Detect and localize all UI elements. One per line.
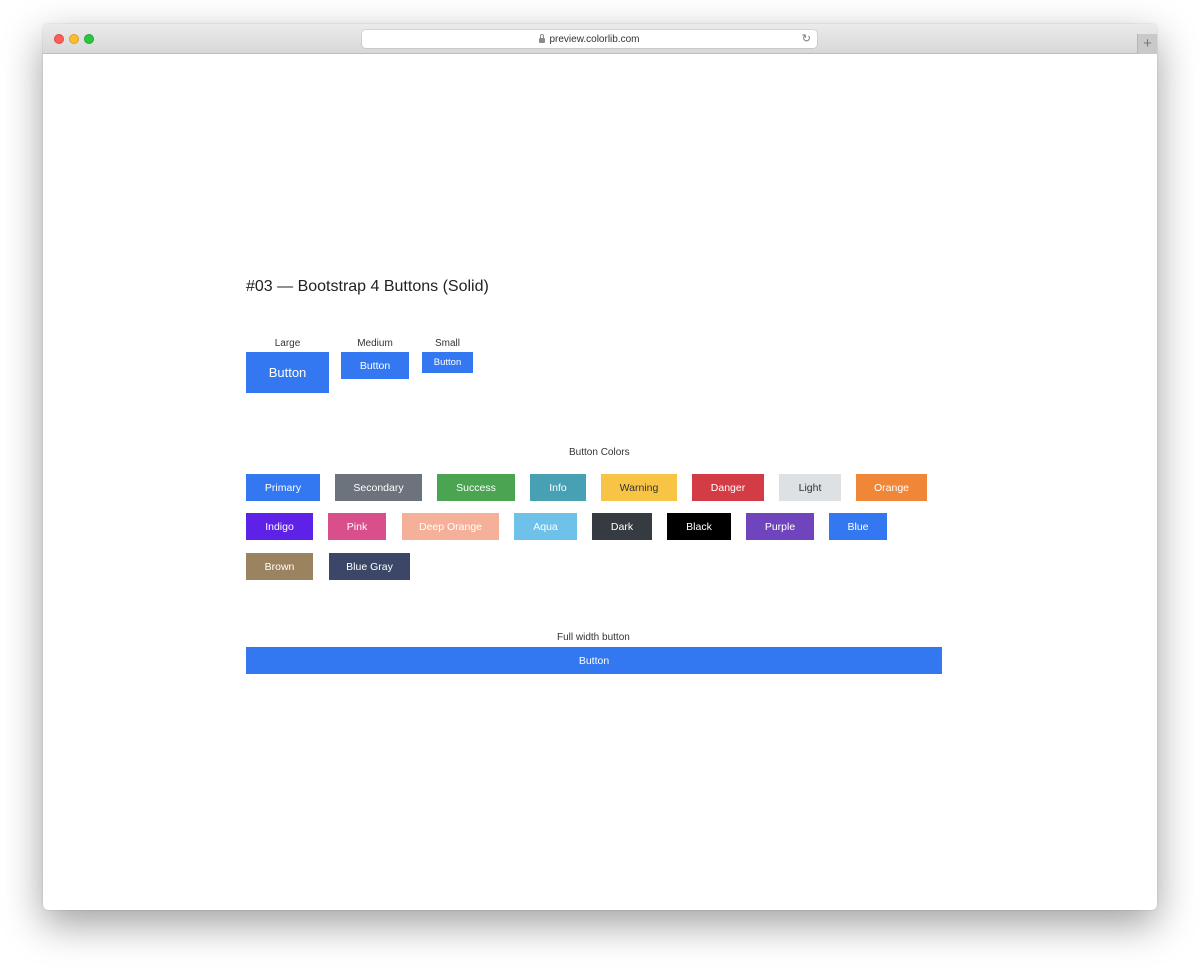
minimize-window-icon[interactable]	[69, 34, 79, 44]
medium-button[interactable]: Button	[341, 352, 409, 379]
large-button[interactable]: Button	[246, 352, 329, 393]
full-width-label: Full width button	[557, 632, 630, 643]
warning-button[interactable]: Warning	[601, 474, 677, 501]
purple-button[interactable]: Purple	[746, 513, 814, 540]
reload-icon[interactable]: ↻	[802, 32, 811, 46]
indigo-button[interactable]: Indigo	[246, 513, 313, 540]
url-text: preview.colorlib.com	[549, 33, 640, 45]
info-button[interactable]: Info	[530, 474, 586, 501]
address-bar[interactable]: preview.colorlib.com ↻	[362, 30, 817, 48]
primary-button[interactable]: Primary	[246, 474, 320, 501]
deep-orange-button[interactable]: Deep Orange	[402, 513, 499, 540]
brown-button[interactable]: Brown	[246, 553, 313, 580]
page-title: #03 — Bootstrap 4 Buttons (Solid)	[246, 278, 489, 295]
close-window-icon[interactable]	[54, 34, 64, 44]
black-button[interactable]: Black	[667, 513, 731, 540]
new-tab-button[interactable]: +	[1137, 34, 1157, 54]
page-content: #03 — Bootstrap 4 Buttons (Solid) Large …	[43, 54, 1157, 910]
secondary-button[interactable]: Secondary	[335, 474, 422, 501]
full-width-button[interactable]: Button	[246, 647, 942, 674]
zoom-window-icon[interactable]	[84, 34, 94, 44]
aqua-button[interactable]: Aqua	[514, 513, 577, 540]
large-label: Large	[274, 338, 301, 349]
small-label: Small	[434, 338, 460, 349]
title-bar: preview.colorlib.com ↻ +	[43, 24, 1157, 54]
blue-gray-button[interactable]: Blue Gray	[329, 553, 410, 580]
button-colors-label: Button Colors	[569, 447, 630, 458]
danger-button[interactable]: Danger	[692, 474, 764, 501]
medium-label: Medium	[357, 338, 393, 349]
lock-icon	[539, 33, 546, 43]
orange-button[interactable]: Orange	[856, 474, 927, 501]
pink-button[interactable]: Pink	[328, 513, 386, 540]
light-button[interactable]: Light	[779, 474, 841, 501]
small-button[interactable]: Button	[422, 352, 473, 373]
dark-button[interactable]: Dark	[592, 513, 652, 540]
success-button[interactable]: Success	[437, 474, 515, 501]
blue-button[interactable]: Blue	[829, 513, 887, 540]
browser-window: preview.colorlib.com ↻ + #03 — Bootstrap…	[43, 24, 1157, 910]
